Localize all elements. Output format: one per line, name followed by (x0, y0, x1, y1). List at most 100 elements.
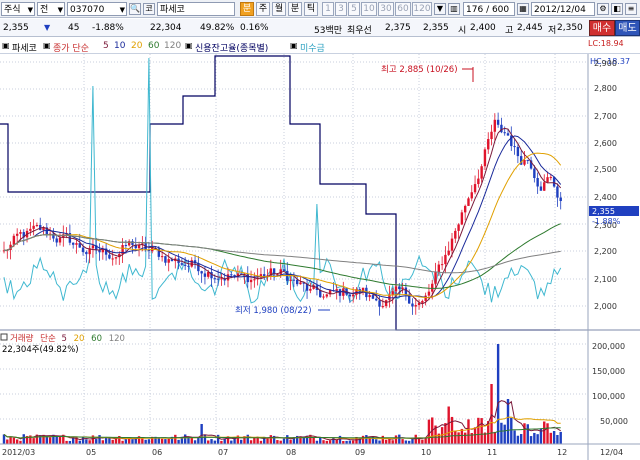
candle-body (183, 264, 187, 266)
volume-bar (85, 439, 88, 444)
candle-body (58, 237, 62, 243)
candle-body (444, 254, 447, 265)
interval-dropdown-icon[interactable]: ▼ (434, 3, 446, 15)
candle-body (480, 166, 483, 179)
volume-ratio: 49.82% (200, 23, 235, 33)
legend-stock-name[interactable]: 파세코 (12, 41, 37, 54)
candle-body (384, 300, 388, 307)
candle-body (391, 291, 394, 295)
date-field[interactable]: 2012/12/04 (531, 2, 595, 16)
tab-minute[interactable]: 분 (288, 2, 302, 16)
candle-body (503, 132, 506, 134)
volume-tick: 100,000 (592, 392, 625, 401)
candle-body (411, 303, 414, 307)
volume-ma-label: 단순 (40, 333, 56, 344)
interval-120-button[interactable]: 120 (412, 2, 432, 16)
volume-bar (312, 437, 315, 444)
menu-icon[interactable]: ≡ (625, 3, 637, 15)
candle-body (526, 159, 529, 161)
candle-body (216, 278, 220, 280)
price-chart[interactable]: HC:-18.37 2,900 2,800 2,700 2,600 2,500 … (0, 54, 640, 460)
candle-body (292, 279, 296, 281)
interval-30-button[interactable]: 30 (378, 2, 394, 16)
volume-bar (213, 440, 217, 444)
candle-body (167, 259, 170, 263)
candle-body (454, 230, 457, 239)
volume-bar (160, 438, 164, 444)
volume-bar (549, 432, 553, 444)
candle-body (124, 245, 128, 247)
settings-icon[interactable]: ⚙ (597, 3, 609, 15)
volume-bar (81, 437, 85, 444)
bar-chart-icon[interactable]: ▥ (448, 3, 460, 15)
candle-body (213, 278, 217, 280)
volume-bar (457, 432, 460, 444)
volume-bar (490, 384, 493, 444)
volume-bar (174, 434, 177, 444)
buy-label: 매수 (592, 23, 612, 34)
sell-button[interactable]: 매도 (615, 20, 640, 36)
volume-bar (177, 439, 180, 444)
legend-ma20[interactable]: 20 (131, 41, 142, 51)
candle-body (203, 273, 207, 277)
calendar-icon[interactable]: ▦ (517, 3, 529, 15)
x-axis-label: 11 (487, 448, 497, 457)
candle-body (437, 264, 441, 273)
interval-3-button[interactable]: 3 (335, 2, 347, 16)
candle-body (460, 212, 464, 225)
volume-bar (351, 440, 355, 444)
volume-bar (421, 439, 424, 444)
candle-body (549, 177, 553, 179)
open-label: 시 (458, 26, 467, 36)
legend-misc[interactable]: 미수금 (300, 41, 325, 54)
volume-bar (88, 440, 91, 444)
stock-code-input[interactable]: 037070 ▼ (67, 2, 127, 16)
legend-ma60[interactable]: 60 (148, 41, 159, 51)
interval-label: 30 (380, 4, 392, 14)
candle-body (299, 282, 302, 285)
legend-ma5[interactable]: 5 (103, 41, 109, 51)
candle-body (55, 238, 58, 243)
chart-type-icon[interactable]: ◧ (611, 3, 623, 15)
toolbar: 주식 ▼ 전 ▼ 037070 ▼ 🔍 코 파세코 분 주 월 분 틱 1 3 5 1… (0, 0, 640, 18)
candle-body (431, 283, 434, 292)
count-total: / 600 (486, 5, 510, 15)
volume-bar (167, 438, 170, 444)
interval-60-button[interactable]: 60 (395, 2, 411, 16)
stock-type-select[interactable]: 주식 ▼ (1, 2, 35, 16)
interval-1-button[interactable]: 1 (322, 2, 334, 16)
candle-body (282, 269, 286, 271)
low-price: 2,350 (557, 23, 583, 33)
volume-bar (447, 406, 450, 444)
volume-bar (556, 434, 559, 444)
candle-body (81, 247, 85, 253)
price-tick: 2,500 (594, 165, 617, 174)
volume-bar (401, 439, 404, 444)
count-field[interactable]: 176 / 600 (463, 2, 515, 16)
low-label: 저 (548, 26, 557, 36)
interval-10-button[interactable]: 10 (361, 2, 377, 16)
candle-body (496, 119, 500, 125)
market-select[interactable]: 전 ▼ (37, 2, 65, 16)
legend-credit-ratio[interactable]: 신용잔고율(종목별) (195, 41, 268, 54)
candle-body (394, 286, 398, 292)
period-minute-button[interactable]: 분 (240, 2, 254, 16)
interval-5-button[interactable]: 5 (348, 2, 360, 16)
candle-body (483, 149, 487, 167)
volume-bar (480, 418, 483, 444)
tab-week[interactable]: 주 (256, 2, 270, 16)
legend-ma10[interactable]: 10 (114, 41, 125, 51)
price-change-pct: -1.88% (92, 23, 124, 33)
candle-body (85, 252, 88, 255)
price-tick: 2,400 (594, 193, 617, 202)
candle-body (249, 279, 253, 283)
candle-body (348, 294, 352, 297)
tab-month[interactable]: 월 (272, 2, 286, 16)
tab-week-label: 주 (258, 4, 268, 14)
search-icon[interactable]: 🔍 (129, 3, 141, 15)
volume-title: 거래량 (10, 333, 34, 344)
legend-ma120[interactable]: 120 (164, 41, 181, 51)
legend-ma-label[interactable]: 종가 단순 (53, 41, 89, 54)
tab-tick[interactable]: 틱 (304, 2, 318, 16)
buy-button[interactable]: 매수 (589, 20, 615, 36)
